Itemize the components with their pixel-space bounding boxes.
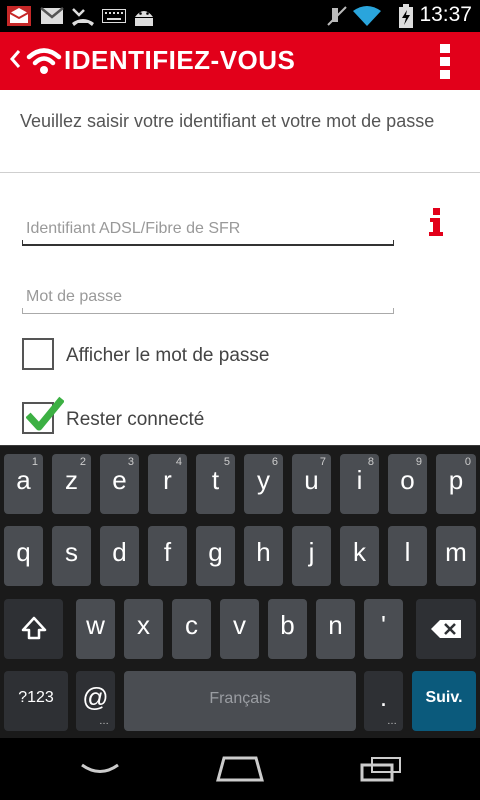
key-i[interactable]: 8i xyxy=(340,454,379,514)
show-password-row[interactable]: Afficher le mot de passe xyxy=(22,338,442,374)
password-field-wrapper xyxy=(22,286,394,314)
recent-apps-icon[interactable] xyxy=(360,756,402,782)
stay-connected-row[interactable]: Rester connecté xyxy=(22,396,442,438)
overflow-menu-icon[interactable] xyxy=(440,44,452,80)
mail-notification-icon xyxy=(7,6,31,26)
soft-keyboard: 1a 2z 3e 4r 5t 6y 7u 8i 9o 0p q s d f g … xyxy=(0,445,480,739)
key-a[interactable]: 1a xyxy=(4,454,43,514)
password-underline xyxy=(22,308,394,314)
username-input[interactable] xyxy=(22,218,392,240)
backspace-key[interactable] xyxy=(416,599,476,659)
shift-icon xyxy=(21,616,47,640)
keyboard-icon xyxy=(102,9,126,23)
navigation-bar xyxy=(0,738,480,800)
checkmark-icon xyxy=(26,396,64,431)
gmail-icon xyxy=(40,7,64,24)
key-t[interactable]: 5t xyxy=(196,454,235,514)
key-p[interactable]: 0p xyxy=(436,454,476,514)
show-password-checkbox[interactable] xyxy=(22,338,54,370)
space-key[interactable]: Français xyxy=(124,671,356,731)
action-bar: IDENTIFIEZ-VOUS xyxy=(0,32,480,90)
key-l[interactable]: l xyxy=(388,526,427,586)
key-x[interactable]: x xyxy=(124,599,163,659)
status-time: 13:37 xyxy=(419,3,472,26)
missed-call-icon xyxy=(72,8,94,26)
backspace-icon xyxy=(431,620,461,638)
key-b[interactable]: b xyxy=(268,599,307,659)
key-m[interactable]: m xyxy=(436,526,476,586)
page-title: IDENTIFIEZ-VOUS xyxy=(64,45,296,75)
status-bar: 13:37 xyxy=(0,0,480,32)
key-j[interactable]: j xyxy=(292,526,331,586)
more-dots-icon: … xyxy=(99,716,109,727)
key-h[interactable]: h xyxy=(244,526,283,586)
mute-icon xyxy=(327,6,347,26)
key-e[interactable]: 3e xyxy=(100,454,139,514)
key-k[interactable]: k xyxy=(340,526,379,586)
shift-key[interactable] xyxy=(4,599,63,659)
at-key[interactable]: @… xyxy=(76,671,115,731)
more-dots-icon: … xyxy=(387,716,397,727)
show-password-label: Afficher le mot de passe xyxy=(66,345,270,366)
key-r[interactable]: 4r xyxy=(148,454,187,514)
login-form: Veuillez saisir votre identifiant et vot… xyxy=(0,90,480,445)
screen: 13:37 IDENTIFIEZ-VOUS Veuillez saisir vo… xyxy=(0,0,480,800)
instruction-text: Veuillez saisir votre identifiant et vot… xyxy=(20,111,435,131)
info-icon[interactable] xyxy=(428,208,444,236)
next-key[interactable]: Suiv. xyxy=(412,671,476,731)
key-c[interactable]: c xyxy=(172,599,211,659)
wifi-icon xyxy=(353,6,381,26)
key-f[interactable]: f xyxy=(148,526,187,586)
password-input[interactable] xyxy=(22,286,392,308)
key-o[interactable]: 9o xyxy=(388,454,427,514)
divider xyxy=(0,172,480,173)
username-field-wrapper xyxy=(22,218,394,246)
home-icon[interactable] xyxy=(216,756,264,782)
battery-charging-icon xyxy=(399,4,413,28)
key-apostrophe[interactable]: ' xyxy=(364,599,403,659)
key-z[interactable]: 2z xyxy=(52,454,91,514)
wifi-logo-icon xyxy=(26,48,62,74)
key-n[interactable]: n xyxy=(316,599,355,659)
key-g[interactable]: g xyxy=(196,526,235,586)
stay-connected-label: Rester connecté xyxy=(66,409,205,430)
key-u[interactable]: 7u xyxy=(292,454,331,514)
period-key[interactable]: .… xyxy=(364,671,403,731)
key-q[interactable]: q xyxy=(4,526,43,586)
key-v[interactable]: v xyxy=(220,599,259,659)
symbols-key[interactable]: ?123 xyxy=(4,671,68,731)
android-icon xyxy=(135,11,153,26)
key-y[interactable]: 6y xyxy=(244,454,283,514)
username-underline xyxy=(22,240,394,246)
back-chevron-icon[interactable] xyxy=(9,49,21,69)
back-nav-icon[interactable] xyxy=(80,762,120,778)
key-w[interactable]: w xyxy=(76,599,115,659)
key-d[interactable]: d xyxy=(100,526,139,586)
key-s[interactable]: s xyxy=(52,526,91,586)
